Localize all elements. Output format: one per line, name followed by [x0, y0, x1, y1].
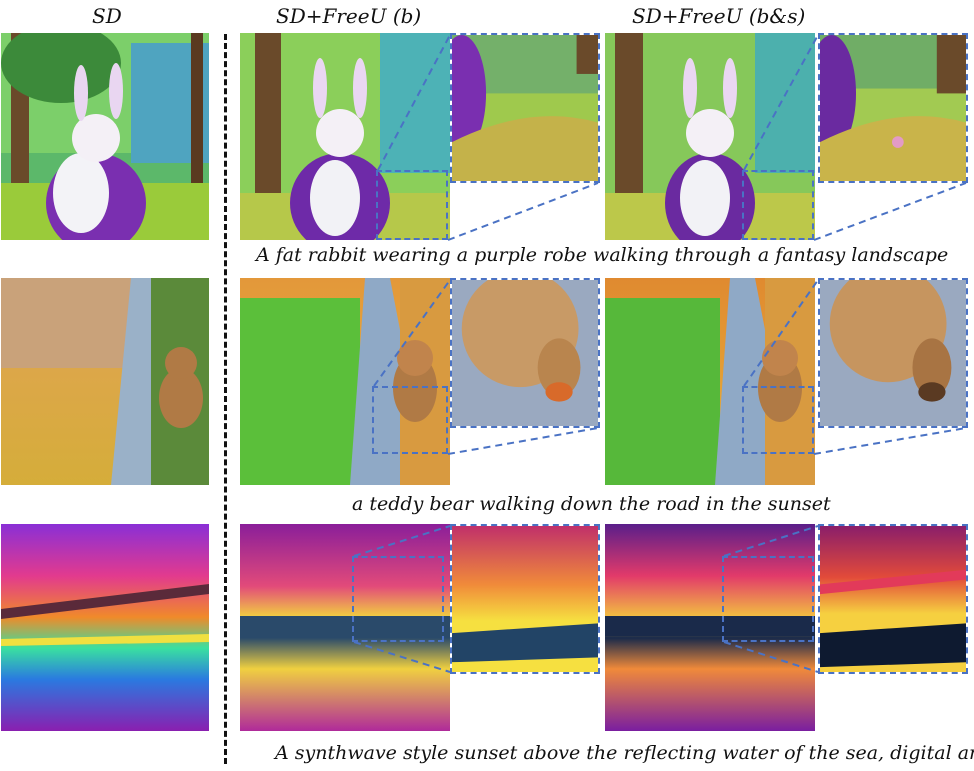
freeu-bs-rabbit-zoom	[818, 33, 968, 183]
zoom-region-box	[742, 386, 814, 454]
column-header-sd: SD	[92, 4, 122, 28]
sd-synthwave-image	[1, 524, 209, 731]
sd-rabbit-image	[1, 33, 209, 240]
column-header-freeu-b: SD+FreeU (b)	[276, 4, 422, 28]
freeu-b-synthwave-zoom	[450, 524, 600, 674]
zoom-region-box	[376, 170, 448, 240]
zoom-region-box	[742, 170, 814, 240]
sd-teddy-image	[1, 278, 209, 485]
freeu-bs-teddy-zoom	[818, 278, 968, 428]
freeu-b-teddy-zoom	[450, 278, 600, 428]
caption-row-1: A fat rabbit wearing a purple robe walki…	[256, 244, 949, 266]
freeu-bs-synthwave-zoom	[818, 524, 968, 674]
zoom-region-box	[722, 556, 814, 642]
zoom-region-box	[372, 386, 448, 454]
zoom-region-box	[352, 556, 444, 642]
caption-row-3: A synthwave style sunset above the refle…	[275, 742, 974, 764]
freeu-b-rabbit-zoom	[450, 33, 600, 183]
column-divider	[224, 34, 227, 764]
column-header-freeu-bs: SD+FreeU (b&s)	[632, 4, 806, 28]
caption-row-2: a teddy bear walking down the road in th…	[352, 493, 831, 515]
